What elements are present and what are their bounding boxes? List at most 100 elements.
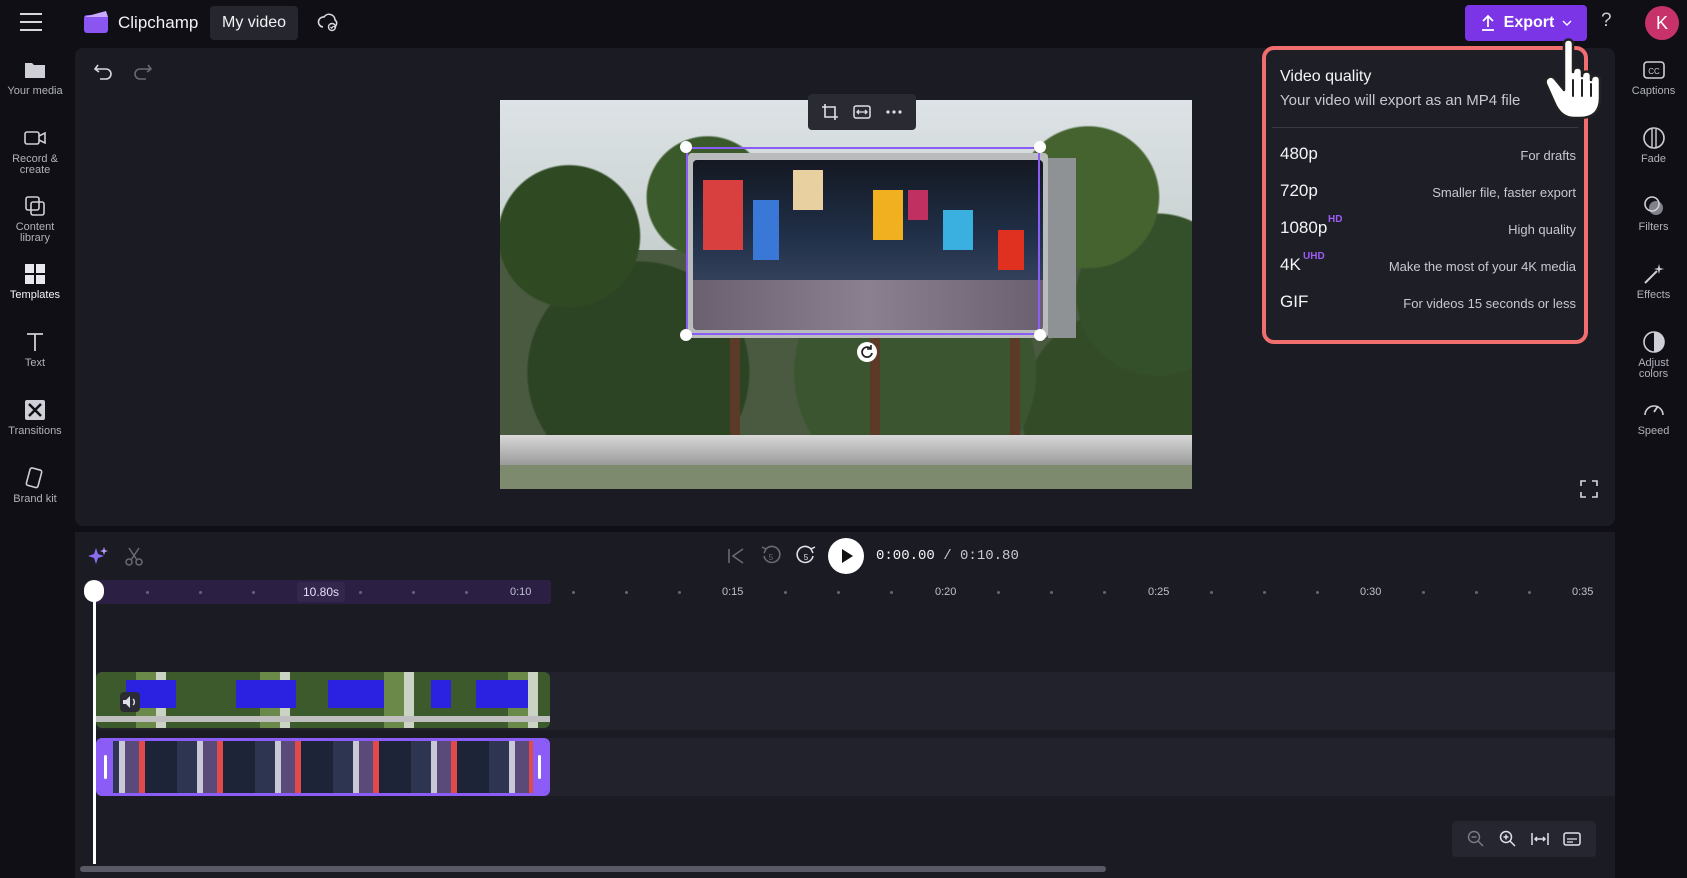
billboard-video-clip[interactable] bbox=[96, 672, 550, 728]
clip-trim-handle-left[interactable] bbox=[99, 741, 113, 793]
sidebar-item-your-media[interactable]: Your media bbox=[0, 50, 70, 118]
sidebar-label: Record & create bbox=[12, 153, 58, 176]
rewind-5-icon[interactable]: 5 bbox=[760, 544, 782, 566]
divider bbox=[1272, 127, 1578, 128]
quality-menu-subtitle: Your video will export as an MP4 file bbox=[1280, 92, 1521, 109]
clipchamp-logo-icon bbox=[84, 11, 108, 33]
ruler-dot bbox=[784, 591, 787, 594]
sidebar-item-transitions[interactable]: Transitions bbox=[0, 390, 70, 458]
ruler-dot bbox=[837, 591, 840, 594]
avatar[interactable]: K bbox=[1645, 6, 1679, 40]
fit-timeline-icon[interactable] bbox=[1531, 830, 1549, 848]
toggle-timeline-view-icon[interactable] bbox=[1563, 830, 1581, 848]
clip-thumbnail-screen bbox=[476, 680, 528, 708]
resize-handle[interactable] bbox=[680, 329, 692, 341]
resize-handle[interactable] bbox=[1034, 329, 1046, 341]
camera-icon bbox=[24, 131, 46, 145]
ruler-dot bbox=[465, 591, 468, 594]
quality-option-480p[interactable]: 480p For drafts bbox=[1280, 138, 1576, 172]
more-options-icon[interactable] bbox=[885, 103, 903, 121]
zoom-out-icon[interactable] bbox=[1467, 830, 1485, 848]
quality-label: 1080p bbox=[1280, 218, 1328, 237]
ruler-dot bbox=[1528, 591, 1531, 594]
quality-option-720p[interactable]: 720p Smaller file, faster export bbox=[1280, 175, 1576, 209]
clip-trim-handle-right[interactable] bbox=[533, 741, 547, 793]
ruler-tick-label: 0:35 bbox=[1572, 586, 1594, 598]
sidebar-label: Fade bbox=[1640, 153, 1667, 165]
ruler-dot bbox=[412, 591, 415, 594]
redo-icon[interactable] bbox=[132, 60, 154, 82]
sidebar-item-adjust-colors[interactable]: Adjust colors bbox=[1620, 322, 1687, 390]
ruler-dot bbox=[252, 591, 255, 594]
sidebar-label: Adjust colors bbox=[1638, 357, 1669, 380]
resize-handle[interactable] bbox=[1034, 141, 1046, 153]
magic-sparkle-icon[interactable] bbox=[88, 546, 108, 566]
selection-box[interactable] bbox=[686, 147, 1040, 335]
volume-icon[interactable] bbox=[120, 692, 140, 712]
crop-icon[interactable] bbox=[821, 103, 839, 121]
folder-icon bbox=[25, 63, 45, 78]
ruler-dot bbox=[1103, 591, 1106, 594]
current-time: 0:00.00 bbox=[876, 548, 935, 564]
ruler-tick-label: 0:25 bbox=[1148, 586, 1170, 598]
uhd-badge: UHD bbox=[1303, 251, 1325, 262]
templates-icon bbox=[25, 264, 45, 284]
sidebar-item-filters[interactable]: Filters bbox=[1620, 186, 1687, 254]
sidebar-item-captions[interactable]: CC Captions bbox=[1620, 50, 1687, 118]
rotate-handle[interactable] bbox=[857, 342, 877, 362]
timeline-horizontal-scrollbar[interactable] bbox=[80, 866, 1106, 872]
sidebar-item-content-library[interactable]: Content library bbox=[0, 186, 70, 254]
ruler-dot bbox=[572, 591, 575, 594]
quality-option-gif[interactable]: GIF For videos 15 seconds or less bbox=[1280, 286, 1576, 320]
play-icon bbox=[842, 549, 853, 563]
quality-label: 4K bbox=[1280, 255, 1301, 274]
skip-to-start-icon[interactable] bbox=[726, 546, 746, 566]
sidebar-item-templates[interactable]: Templates bbox=[0, 254, 70, 322]
sidebar-item-record-create[interactable]: Record & create bbox=[0, 118, 70, 186]
time-readout: 0:00.00 / 0:10.80 bbox=[876, 548, 1019, 564]
play-button[interactable] bbox=[828, 538, 864, 574]
sidebar-item-text[interactable]: Text bbox=[0, 322, 70, 390]
sidebar-item-fade[interactable]: Fade bbox=[1620, 118, 1687, 186]
city-video-clip[interactable] bbox=[96, 738, 550, 796]
quality-description: Smaller file, faster export bbox=[1432, 185, 1576, 200]
filters-icon bbox=[1643, 196, 1663, 215]
fit-icon[interactable] bbox=[853, 103, 871, 121]
cloud-sync-icon[interactable] bbox=[316, 10, 340, 34]
quality-option-1080p[interactable]: 1080p HD High quality bbox=[1280, 212, 1576, 246]
rotate-icon bbox=[861, 345, 873, 358]
sidebar-item-brand-kit[interactable]: Brand kit bbox=[0, 458, 70, 526]
sidebar-item-speed[interactable]: Speed bbox=[1620, 390, 1687, 458]
ruler-dot bbox=[1422, 591, 1425, 594]
export-quality-menu: Video quality Your video will export as … bbox=[1262, 46, 1588, 344]
resize-handle[interactable] bbox=[680, 141, 692, 153]
ruler-dot bbox=[997, 591, 1000, 594]
undo-icon[interactable] bbox=[92, 60, 114, 82]
menu-icon[interactable] bbox=[20, 13, 42, 31]
clip-thumbnail-rail bbox=[96, 716, 550, 722]
sidebar-item-effects[interactable]: Effects bbox=[1620, 254, 1687, 322]
help-icon[interactable]: ? bbox=[1601, 10, 1612, 32]
clip-thumbnail-screen bbox=[236, 680, 296, 708]
quality-description: For videos 15 seconds or less bbox=[1403, 296, 1576, 311]
fullscreen-icon[interactable] bbox=[1580, 480, 1598, 498]
ruler-tick-label: 0:15 bbox=[722, 586, 744, 598]
billboard-post bbox=[730, 336, 740, 436]
forward-5-icon[interactable]: 5 bbox=[795, 544, 817, 566]
chevron-down-icon bbox=[1562, 20, 1572, 26]
ruler-dot bbox=[1316, 591, 1319, 594]
quality-option-4k[interactable]: 4K UHD Make the most of your 4K media bbox=[1280, 249, 1576, 283]
ruler-dot bbox=[1475, 591, 1478, 594]
playhead-handle[interactable] bbox=[84, 580, 104, 602]
zoom-in-icon[interactable] bbox=[1499, 830, 1517, 848]
sidebar-label: Text bbox=[24, 357, 46, 369]
total-duration: 0:10.80 bbox=[960, 548, 1019, 564]
floating-toolbar bbox=[808, 94, 916, 130]
sidebar-label: Transitions bbox=[8, 425, 62, 437]
project-name-button[interactable]: My video bbox=[210, 6, 299, 40]
scissors-icon[interactable] bbox=[124, 546, 144, 566]
ruler-dot bbox=[199, 591, 202, 594]
export-label: Export bbox=[1503, 14, 1555, 31]
billboard-post bbox=[1010, 336, 1020, 436]
forward-seconds: 5 bbox=[804, 553, 809, 562]
